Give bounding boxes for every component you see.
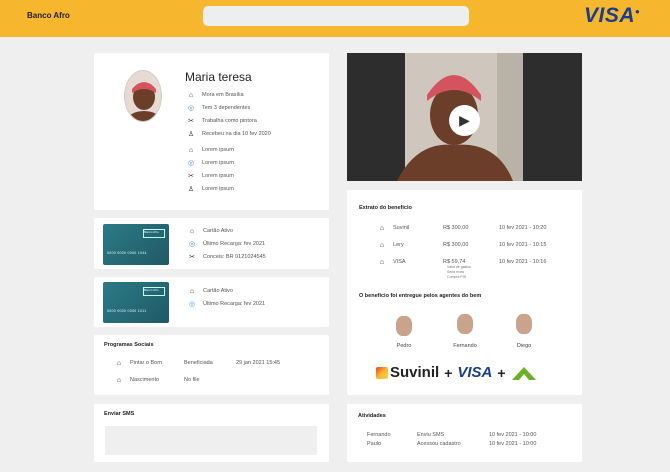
- card-info-row: ⌂ Cartão Ativo: [187, 286, 233, 296]
- program-row[interactable]: ⌂ Pintar o Bom Beneficiada 29 jan 2021 1…: [114, 358, 280, 368]
- bank-card-image[interactable]: Banco Afro 0000 0000 0000 1044: [103, 224, 169, 265]
- activity-date: 10 fev 2021 - 10:00: [489, 441, 537, 447]
- agent-avatar[interactable]: [516, 314, 532, 334]
- play-icon[interactable]: ▶: [449, 105, 480, 136]
- people-icon: ◎: [187, 160, 195, 167]
- profile-detail-row: ⌂ Lorem ipsum: [186, 145, 234, 155]
- visa-partner-logo: VISA: [457, 364, 493, 381]
- tools-icon: ✂: [188, 118, 194, 125]
- card-info-row: ✂ Conceis: BR 0121024545: [187, 252, 266, 262]
- agent-name: Diego: [516, 343, 532, 349]
- home-icon: ⌂: [188, 91, 194, 99]
- person-money-icon: ♙: [187, 186, 195, 193]
- profile-detail-row: ✂ Lorem ipsum: [186, 171, 234, 181]
- benefit-date: 10 fev 2021 - 10:20: [499, 225, 547, 231]
- home-icon: ⌂: [379, 258, 385, 266]
- benefit-row[interactable]: ⌂ Suvinil R$ 300,00 10 fev 2021 - 10:20: [377, 223, 547, 233]
- home-icon: ⌂: [188, 146, 194, 154]
- people-icon: ◎: [188, 241, 196, 248]
- tools-icon: ✂: [189, 254, 195, 261]
- people-icon: ◎: [188, 301, 196, 308]
- brand-name[interactable]: Banco Afro: [27, 11, 70, 20]
- card-info-row: ◎ Último Recarga: fev 2021: [188, 241, 266, 248]
- profile-detail-row: ◎ Lorem ipsum: [187, 160, 234, 167]
- benefit-date: 10 fev 2021 - 10:15: [499, 242, 547, 248]
- home-icon: ⌂: [189, 227, 195, 235]
- program-name: Pintar o Bom: [130, 360, 162, 366]
- card-info-row: ◎ Último Recarga: fev 2021: [188, 301, 266, 308]
- benefit-name: VISA: [393, 259, 406, 265]
- card-brand-badge: Banco Afro: [143, 229, 165, 238]
- activity-action: Enviu SMS: [417, 432, 445, 438]
- benefit-row[interactable]: ⌂ Lery R$ 300,00 10 fev 2021 - 10:15: [377, 240, 547, 250]
- activity-date: 10 fev 2021 - 10:00: [489, 432, 537, 438]
- profile-name: Maria teresa: [185, 70, 252, 84]
- home-icon: ⌂: [116, 376, 122, 384]
- benefit-breakdown: Valor de gastos Seria extra Compra PIS: [447, 265, 472, 279]
- top-bar: Banco Afro VISA●: [0, 0, 670, 37]
- benefit-name: Suvinil: [393, 225, 410, 231]
- suvinil-mark-icon: [376, 366, 388, 379]
- card-info-row: ⌂ Cartão Ativo: [187, 226, 233, 236]
- card-number: 0000 0000 0000 1011: [107, 309, 147, 313]
- benefit-date: 10 fev 2021 - 10:16: [499, 259, 547, 265]
- visa-logo-text: VISA: [584, 4, 636, 27]
- partner-logos: Suvinil + VISA +: [376, 364, 537, 381]
- profile-detail-row: ⌂ Mora em Brasília: [186, 90, 244, 100]
- benefit-value: R$ 300,00: [443, 242, 469, 248]
- activities-title: Atividades: [358, 413, 386, 419]
- program-date: 29 jan 2021 15:45: [236, 360, 281, 366]
- activity-user: Paulo: [367, 441, 382, 447]
- sms-title: Enviar SMS: [104, 411, 135, 417]
- sms-textarea[interactable]: [105, 426, 317, 455]
- home-icon: ⌂: [379, 224, 385, 232]
- program-name: Nascimento: [130, 377, 160, 383]
- program-status: Beneficiada: [184, 360, 213, 366]
- person-money-icon: ♙: [187, 131, 195, 138]
- profile-detail-row: ♙ Recebeu na dia 10 fev 2020: [187, 131, 271, 138]
- card-number: 0000 0000 0000 1044: [107, 251, 147, 255]
- agent-avatar[interactable]: [457, 314, 473, 334]
- people-icon: ◎: [187, 105, 195, 112]
- card-brand-badge: Banco Afro: [143, 287, 165, 296]
- program-row[interactable]: ⌂ Nascimento No file: [114, 375, 236, 385]
- suvinil-logo: Suvinil: [376, 364, 439, 381]
- agent-name: Fernando: [453, 343, 477, 349]
- search-input[interactable]: [203, 6, 469, 26]
- tools-icon: ✂: [188, 173, 194, 180]
- leroy-logo-icon: [511, 365, 537, 381]
- benefit-title: Extrato do benefício: [359, 205, 412, 211]
- profile-detail-row: ✂ Trabalha como pintora: [186, 116, 257, 126]
- bank-card-image[interactable]: Banco Afro 0000 0000 0000 1011: [103, 282, 169, 323]
- agent-avatar[interactable]: [396, 316, 412, 336]
- profile-detail-row: ◎ Tem 3 dependentes: [187, 105, 251, 112]
- programs-title: Programas Sociais: [104, 342, 154, 348]
- home-icon: ⌂: [379, 241, 385, 249]
- benefit-value: R$ 300,00: [443, 225, 469, 231]
- home-icon: ⌂: [189, 287, 195, 295]
- profile-detail-row: ♙ Lorem ipsum: [187, 186, 234, 193]
- activity-row[interactable]: Fernando Enviu SMS 10 fev 2021 - 10:00: [367, 432, 536, 438]
- program-status: No file: [184, 377, 200, 383]
- activity-row[interactable]: Paulo Acessou cadastro 10 fev 2021 - 10:…: [367, 441, 536, 447]
- agent-name: Pedro: [396, 343, 412, 349]
- home-icon: ⌂: [116, 359, 122, 367]
- activity-user: Fernando: [367, 432, 391, 438]
- benefit-name: Lery: [393, 242, 404, 248]
- avatar: [124, 70, 162, 122]
- activity-action: Acessou cadastro: [417, 441, 461, 447]
- agents-title: O benefício foi entregue pelos agentes d…: [359, 293, 482, 299]
- visa-logo: VISA●: [584, 4, 641, 27]
